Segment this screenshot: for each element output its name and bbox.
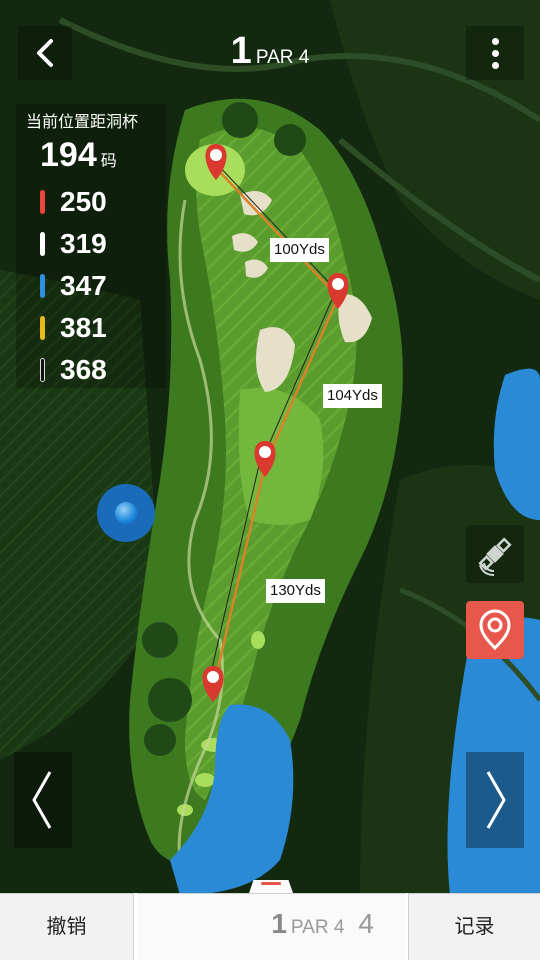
satellite-icon <box>478 537 512 576</box>
locate-button[interactable] <box>466 601 524 659</box>
distance-panel: 当前位置距洞杯 194 码 250 319 347 381 368 <box>16 104 166 388</box>
tee-distance-value: 347 <box>60 270 107 301</box>
summary-score: 4 <box>358 908 374 939</box>
hole-title: 1 PAR 4 <box>0 30 540 73</box>
segment-yardage-label: 130Yds <box>266 579 325 603</box>
location-dot-icon <box>115 502 137 524</box>
undo-button[interactable]: 撤销 <box>0 893 134 960</box>
target-pin-icon[interactable] <box>254 441 276 477</box>
location-pin-icon <box>479 609 511 651</box>
tee-color-bar <box>40 232 45 256</box>
previous-hole-button[interactable] <box>14 752 72 848</box>
distance-label: 当前位置距洞杯 <box>26 114 139 131</box>
satellite-view-button[interactable] <box>466 525 524 583</box>
tee-distance-value: 368 <box>60 354 107 385</box>
chevron-right-icon <box>486 771 506 829</box>
tee-distance-value: 319 <box>60 228 107 259</box>
next-hole-button[interactable] <box>466 752 524 848</box>
current-distance-value: 194 <box>40 136 97 174</box>
tee-color-bar <box>40 316 45 340</box>
segment-yardage-label: 104Yds <box>323 384 382 408</box>
current-distance: 194 码 <box>40 136 117 175</box>
score-summary[interactable]: 1 PAR 4 4 <box>137 893 406 960</box>
summary-par-label: PAR 4 <box>290 917 345 938</box>
summary-hole-number: 1 <box>271 908 287 939</box>
panel-handle-indicator <box>261 882 281 885</box>
tee-distance-value: 250 <box>60 186 107 217</box>
distance-unit: 码 <box>100 153 117 170</box>
target-pin-icon[interactable] <box>327 273 349 309</box>
tee-distance-value: 381 <box>60 312 107 343</box>
top-bar: 1 PAR 4 <box>0 0 540 100</box>
bottom-bar: 撤销 1 PAR 4 4 记录 <box>0 893 540 960</box>
tee-pin-icon[interactable] <box>202 666 224 702</box>
par-label: PAR 4 <box>255 47 310 68</box>
tee-color-bar <box>40 358 45 382</box>
more-menu-button[interactable] <box>466 26 524 80</box>
tee-color-bar <box>40 190 45 214</box>
score-summary-text: 1 PAR 4 4 <box>271 908 374 940</box>
segment-yardage-label: 100Yds <box>270 238 329 262</box>
flag-pin-icon[interactable] <box>205 144 227 180</box>
chevron-left-icon <box>32 771 52 829</box>
record-button[interactable]: 记录 <box>408 893 540 960</box>
tee-color-bar <box>40 274 45 298</box>
hole-number: 1 <box>230 30 252 72</box>
current-location-marker <box>97 484 155 542</box>
